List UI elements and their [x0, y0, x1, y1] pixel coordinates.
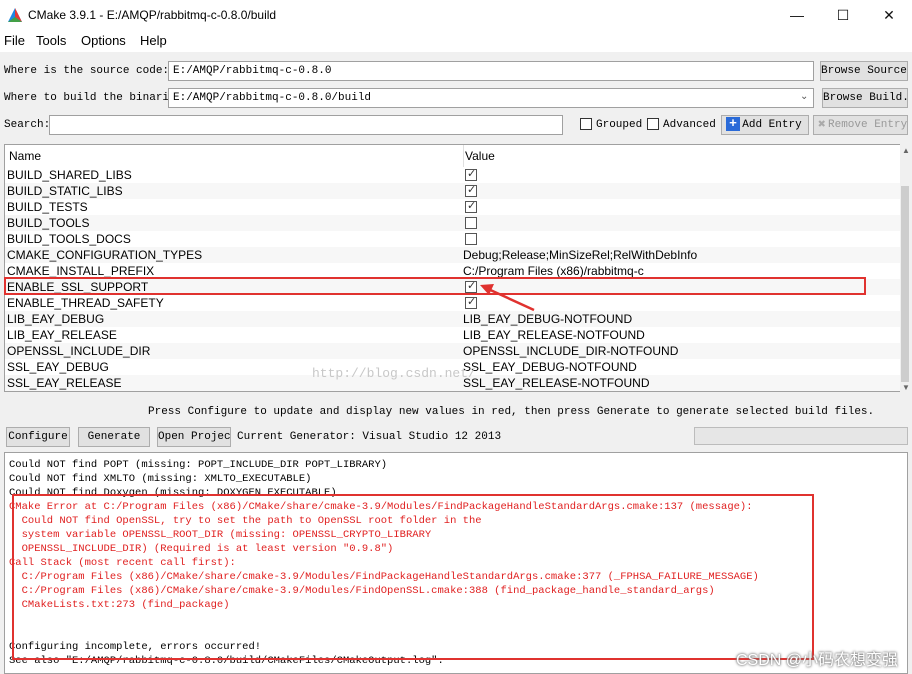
source-label: Where is the source code: — [4, 65, 170, 77]
row-name: LIB_EAY_DEBUG — [7, 312, 105, 326]
table-row[interactable]: ENABLE_THREAD_SAFETY ✓ — [5, 295, 903, 311]
remove-entry-label: Remove Entry — [828, 119, 908, 131]
row-name: ENABLE_THREAD_SAFETY — [7, 296, 164, 310]
row-value[interactable]: SSL_EAY_DEBUG-NOTFOUND — [463, 360, 637, 374]
table-scrollbar-thumb[interactable] — [901, 186, 909, 382]
watermark: http://blog.csdn.net/ — [312, 366, 476, 381]
cmake-logo-icon — [8, 8, 22, 22]
table-row[interactable]: BUILD_SHARED_LIBS ✓ — [5, 167, 903, 183]
menu-help[interactable]: Help — [140, 33, 167, 48]
progress-bar — [694, 427, 908, 445]
minimize-button[interactable]: — — [774, 0, 820, 30]
row-value-checkbox[interactable]: ✓ — [465, 296, 477, 309]
binaries-path-combobox[interactable]: E:/AMQP/rabbitmq-c-0.8.0/build — [168, 88, 814, 108]
row-name: BUILD_TOOLS_DOCS — [7, 232, 131, 246]
open-project-button[interactable]: Open Project — [157, 427, 231, 447]
row-value-checkbox[interactable]: ✓ — [465, 168, 477, 181]
search-input[interactable] — [49, 115, 563, 135]
checkmark-icon: ✓ — [467, 296, 477, 308]
row-value-checkbox[interactable] — [465, 217, 477, 229]
column-header-name[interactable]: Name — [9, 149, 41, 163]
table-row[interactable]: BUILD_TESTS ✓ — [5, 199, 903, 215]
menu-tools[interactable]: Tools — [36, 33, 66, 48]
configure-hint: Press Configure to update and display ne… — [148, 406, 875, 418]
row-value[interactable]: LIB_EAY_DEBUG-NOTFOUND — [463, 312, 632, 326]
table-row[interactable]: LIB_EAY_DEBUG LIB_EAY_DEBUG-NOTFOUND — [5, 311, 903, 327]
plus-icon: + — [726, 117, 740, 131]
menu-bar — [0, 30, 912, 52]
generate-button[interactable]: Generate — [78, 427, 150, 447]
checkmark-icon: ✓ — [467, 184, 477, 196]
column-divider[interactable] — [463, 145, 464, 167]
csdn-credit: CSDN @小码农想变强 — [735, 652, 898, 669]
source-path-input[interactable]: E:/AMQP/rabbitmq-c-0.8.0 — [168, 61, 814, 81]
row-value[interactable]: Debug;Release;MinSizeRel;RelWithDebInfo — [463, 248, 697, 262]
ssl-row-highlight-box — [4, 277, 866, 295]
column-header-value[interactable]: Value — [465, 149, 495, 163]
row-name: BUILD_SHARED_LIBS — [7, 168, 132, 182]
table-row[interactable]: BUILD_TOOLS — [5, 215, 903, 231]
row-name: BUILD_TOOLS — [7, 216, 90, 230]
row-name: SSL_EAY_RELEASE — [7, 376, 122, 390]
row-name: LIB_EAY_RELEASE — [7, 328, 117, 342]
table-header: Name Value — [5, 145, 903, 168]
row-name: BUILD_TESTS — [7, 200, 88, 214]
table-row[interactable]: BUILD_STATIC_LIBS ✓ — [5, 183, 903, 199]
checkmark-icon: ✓ — [467, 168, 477, 180]
row-name: CMAKE_INSTALL_PREFIX — [7, 264, 155, 278]
table-row[interactable]: CMAKE_CONFIGURATION_TYPES Debug;Release;M… — [5, 247, 903, 263]
row-value[interactable]: SSL_EAY_RELEASE-NOTFOUND — [463, 376, 650, 390]
window-title: CMake 3.9.1 - E:/AMQP/rabbitmq-c-0.8.0/b… — [28, 8, 277, 22]
menu-file[interactable]: File — [4, 33, 25, 48]
scroll-down-icon[interactable]: ▼ — [902, 383, 910, 392]
browse-build-button[interactable]: Browse Build... — [822, 88, 908, 108]
row-name: SSL_EAY_DEBUG — [7, 360, 109, 374]
output-line: Could NOT find POPT (missing: POPT_INCLU… — [9, 459, 388, 471]
row-value-checkbox[interactable]: ✓ — [465, 184, 477, 197]
scroll-up-icon[interactable]: ▲ — [902, 146, 910, 155]
cache-variables-table[interactable]: Name Value BUILD_SHARED_LIBS ✓ BUILD_STATI… — [4, 144, 904, 392]
row-value[interactable]: LIB_EAY_RELEASE-NOTFOUND — [463, 328, 645, 342]
browse-source-button[interactable]: Browse Source... — [820, 61, 908, 81]
table-row[interactable]: BUILD_TOOLS_DOCS — [5, 231, 903, 247]
close-button[interactable]: ✕ — [866, 0, 912, 30]
error-highlight-box — [12, 494, 814, 660]
row-value[interactable]: OPENSSL_INCLUDE_DIR-NOTFOUND — [463, 344, 678, 358]
row-value-checkbox[interactable] — [465, 233, 477, 245]
grouped-label: Grouped — [596, 119, 643, 131]
row-name: OPENSSL_INCLUDE_DIR — [7, 344, 151, 358]
row-value-checkbox[interactable]: ✓ — [465, 200, 477, 213]
add-entry-button[interactable]: + Add Entry — [721, 115, 809, 135]
chevron-down-icon[interactable]: ⌄ — [800, 91, 808, 102]
table-row[interactable]: LIB_EAY_RELEASE LIB_EAY_RELEASE-NOTFOUND — [5, 327, 903, 343]
search-label: Search: — [4, 119, 51, 131]
row-value[interactable]: C:/Program Files (x86)/rabbitmq-c — [463, 264, 644, 278]
maximize-button[interactable]: ☐ — [820, 0, 866, 30]
row-name: BUILD_STATIC_LIBS — [7, 184, 123, 198]
remove-entry-button[interactable]: ✖ Remove Entry — [813, 115, 908, 135]
current-generator-label: Current Generator: Visual Studio 12 2013 — [237, 431, 502, 443]
table-row[interactable]: OPENSSL_INCLUDE_DIR OPENSSL_INCLUDE_DIR-N… — [5, 343, 903, 359]
advanced-checkbox[interactable] — [647, 118, 659, 130]
binaries-label: Where to build the binaries: — [4, 92, 189, 104]
configure-button[interactable]: Configure — [6, 427, 70, 447]
arrow-annotation-icon — [480, 284, 535, 312]
advanced-label: Advanced — [663, 119, 716, 131]
grouped-checkbox[interactable] — [580, 118, 592, 130]
row-name: CMAKE_CONFIGURATION_TYPES — [7, 248, 203, 262]
output-line: Could NOT find XMLTO (missing: XMLTO_EXE… — [9, 473, 312, 485]
add-entry-label: Add Entry — [742, 119, 802, 131]
menu-options[interactable]: Options — [81, 33, 126, 48]
remove-icon: ✖ — [818, 117, 826, 132]
checkmark-icon: ✓ — [467, 200, 477, 212]
